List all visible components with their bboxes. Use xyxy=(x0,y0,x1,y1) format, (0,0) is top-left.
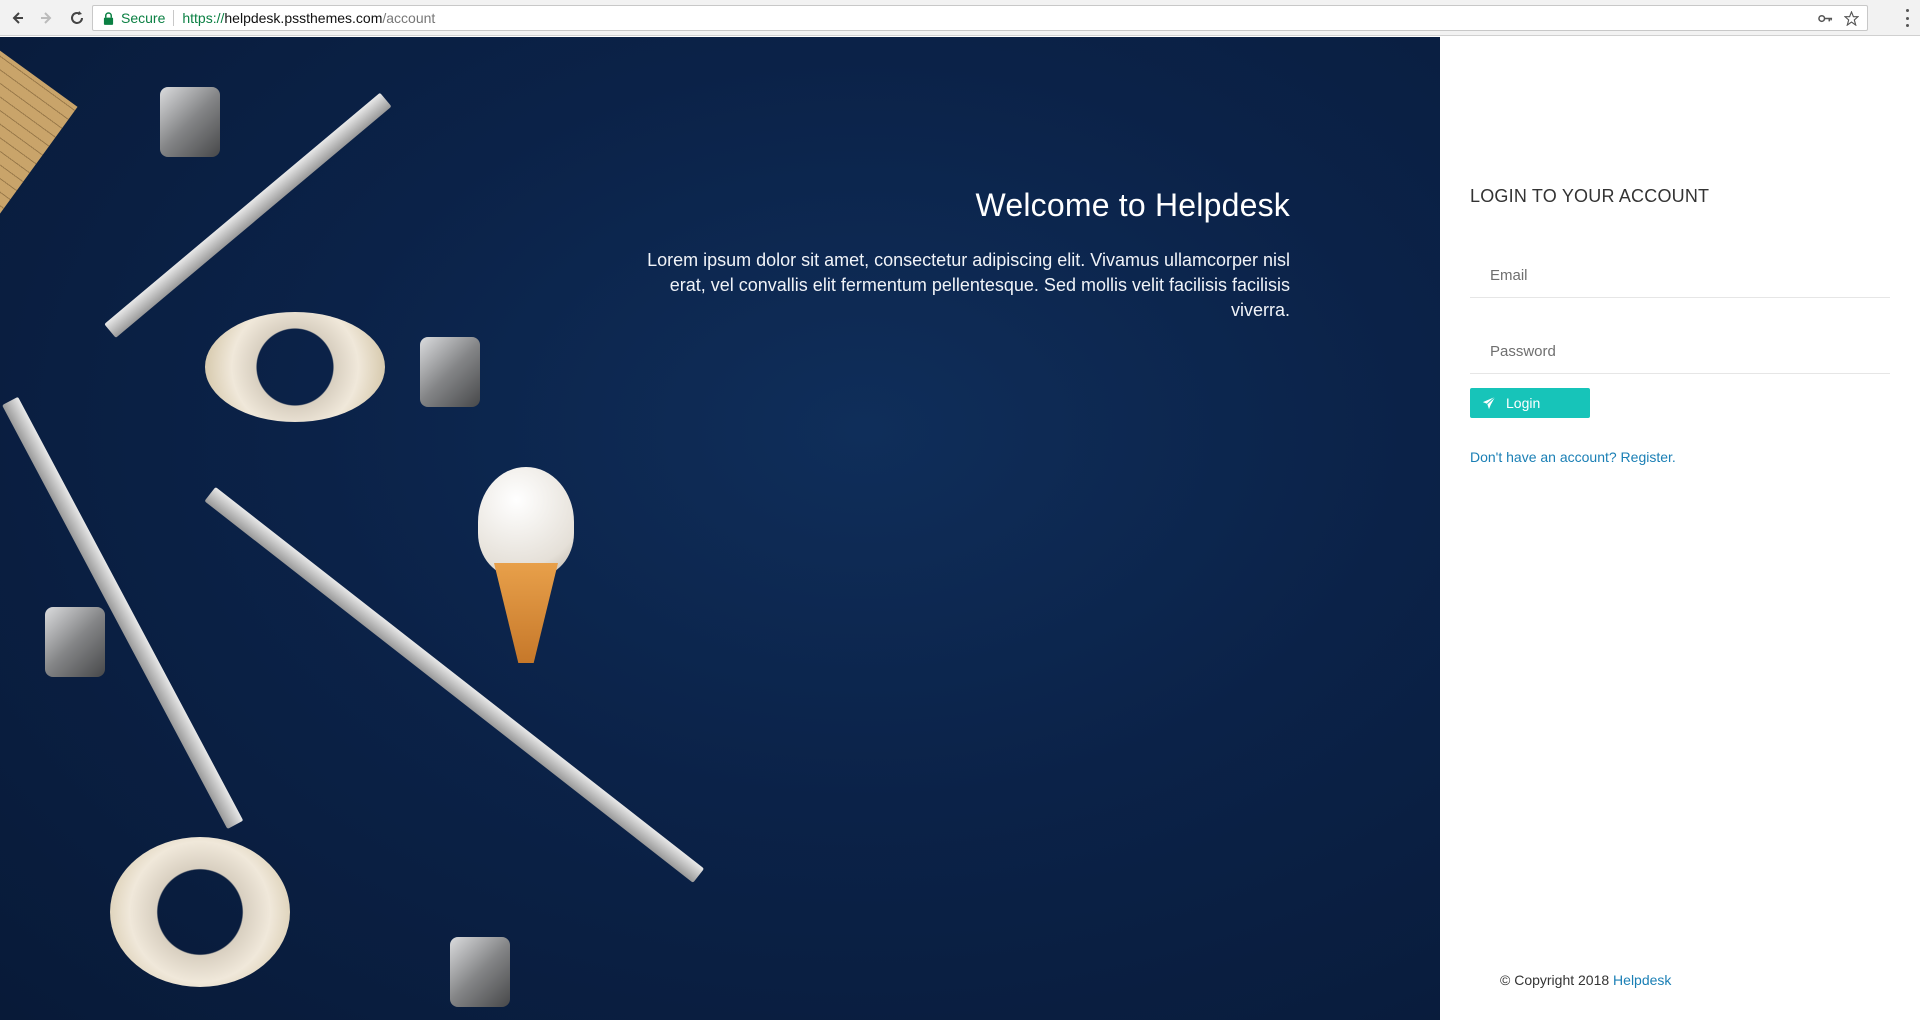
reload-icon[interactable] xyxy=(64,5,90,31)
password-field[interactable] xyxy=(1470,330,1890,374)
hero-title: Welcome to Helpdesk xyxy=(975,187,1290,223)
ruler-image xyxy=(0,37,78,342)
login-title: LOGIN TO YOUR ACCOUNT xyxy=(1470,186,1710,206)
url-text: https://helpdesk.pssthemes.com/account xyxy=(182,10,435,26)
washi-tape-image xyxy=(205,312,385,422)
copyright-helpdesk-link[interactable]: Helpdesk xyxy=(1613,972,1671,988)
login-button-label: Login xyxy=(1506,395,1541,411)
email-field[interactable] xyxy=(1470,254,1890,298)
pencil-image xyxy=(204,486,705,883)
forward-icon[interactable] xyxy=(34,5,60,31)
copyright-text: © Copyright 2018 xyxy=(1500,972,1614,988)
binder-clip-image xyxy=(420,337,480,407)
copyright: © Copyright 2018 Helpdesk xyxy=(1500,972,1671,988)
hero-section: Welcome to Helpdesk Lorem ipsum dolor si… xyxy=(0,37,1440,1020)
menu-icon[interactable] xyxy=(1904,9,1910,27)
binder-clip-image xyxy=(450,937,510,1007)
address-bar[interactable]: Secure https://helpdesk.pssthemes.com/ac… xyxy=(92,5,1868,31)
address-separator xyxy=(173,10,175,26)
pencil-image xyxy=(104,92,392,338)
login-button[interactable]: Login xyxy=(1470,388,1590,418)
ice-cream-eraser-image xyxy=(478,467,574,677)
register-link[interactable]: Don't have an account? Register. xyxy=(1470,449,1676,465)
lock-icon xyxy=(103,11,115,25)
paper-plane-icon xyxy=(1482,396,1496,410)
login-panel: LOGIN TO YOUR ACCOUNT Login Don't have a… xyxy=(1440,37,1920,1020)
washi-tape-image xyxy=(110,837,290,987)
url-host: helpdesk.pssthemes.com xyxy=(224,10,383,26)
browser-toolbar: Secure https://helpdesk.pssthemes.com/ac… xyxy=(0,0,1920,36)
key-icon[interactable] xyxy=(1817,10,1833,26)
binder-clip-image xyxy=(45,607,105,677)
hero-description: Lorem ipsum dolor sit amet, consectetur … xyxy=(647,250,1290,320)
star-icon[interactable] xyxy=(1843,10,1859,26)
binder-clip-image xyxy=(160,87,220,157)
back-icon[interactable] xyxy=(4,5,30,31)
url-scheme: https:// xyxy=(182,10,225,26)
hero-text: Welcome to Helpdesk Lorem ipsum dolor si… xyxy=(610,187,1290,323)
url-path: /account xyxy=(382,10,436,26)
secure-label: Secure xyxy=(121,10,166,26)
pencil-image xyxy=(2,396,244,830)
